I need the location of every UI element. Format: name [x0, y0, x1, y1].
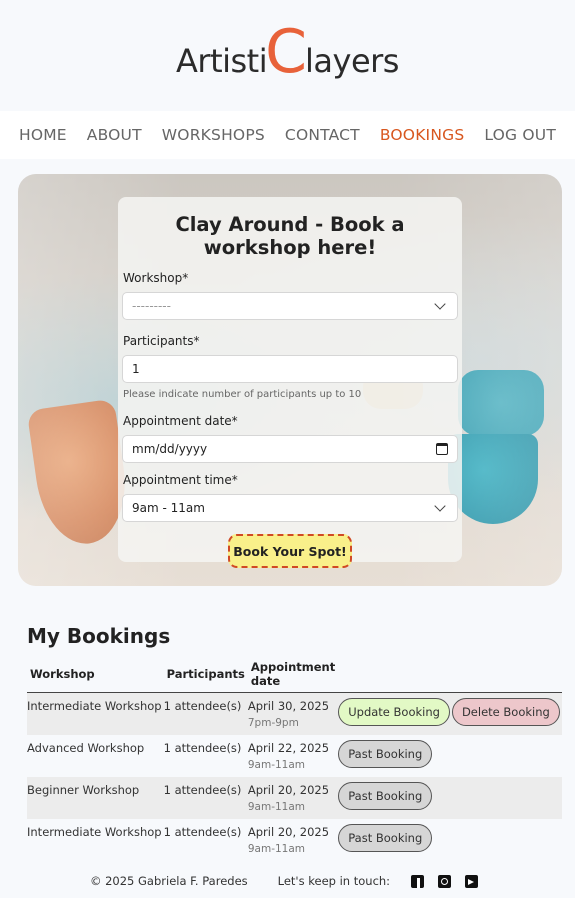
- table-row: Intermediate Workshop 1 attendee(s) Apri…: [27, 819, 562, 861]
- cell-participants: 1 attendee(s): [163, 824, 242, 839]
- cell-workshop: Intermediate Workshop: [27, 824, 162, 839]
- delete-booking-button[interactable]: Delete Booking: [451, 698, 560, 726]
- cell-actions: Past Booking: [338, 735, 562, 777]
- cell-actions: Update Booking Delete Booking: [338, 693, 562, 735]
- update-booking-button[interactable]: Update Booking: [338, 698, 450, 726]
- cell-date: April 20, 2025 9am-11am: [248, 819, 338, 861]
- time-select-value: 9am - 11am: [132, 501, 205, 515]
- form-title: Clay Around - Book a workshop here!: [175, 213, 405, 259]
- brand-logo[interactable]: ArtistiClayers: [0, 22, 575, 82]
- calendar-icon[interactable]: [436, 443, 448, 455]
- participants-label: Participants*: [123, 334, 200, 348]
- header-participants: Participants: [166, 667, 245, 681]
- facebook-icon[interactable]: [411, 874, 425, 888]
- header-appointment-date: Appointment date: [250, 660, 336, 688]
- time-text: 7pm-9pm: [247, 717, 299, 729]
- table-row: Advanced Workshop 1 attendee(s) April 22…: [27, 735, 562, 777]
- past-booking-button[interactable]: Past Booking: [338, 823, 433, 852]
- my-bookings-title: My Bookings: [27, 624, 171, 648]
- time-select[interactable]: 9am - 11am: [122, 494, 458, 522]
- participants-input[interactable]: 1: [122, 355, 458, 383]
- brand-text-end: layers: [305, 42, 399, 80]
- book-your-spot-button[interactable]: Book Your Spot!: [228, 534, 352, 568]
- table-row: Intermediate Workshop 1 attendee(s) Apri…: [27, 692, 562, 735]
- time-text: 9am-11am: [247, 842, 306, 855]
- brand-big-letter: C: [265, 17, 308, 87]
- chevron-down-icon: [434, 500, 446, 512]
- cell-participants: 1 attendee(s): [163, 699, 242, 713]
- workshop-label: Workshop*: [123, 271, 189, 285]
- booking-form: Clay Around - Book a workshop here! Work…: [118, 197, 462, 568]
- date-text: April 20, 2025: [247, 782, 330, 797]
- date-label: Appointment date*: [123, 414, 238, 428]
- participants-help-text: Please indicate number of participants u…: [123, 389, 362, 400]
- cell-workshop: Advanced Workshop: [27, 740, 145, 755]
- cell-participants: 1 attendee(s): [163, 740, 242, 755]
- nav-contact[interactable]: CONTACT: [285, 126, 360, 144]
- main-navbar: HOME ABOUT WORKSHOPS CONTACT BOOKINGS LO…: [0, 111, 575, 159]
- cell-date: April 20, 2025 9am-11am: [248, 777, 338, 819]
- instagram-icon[interactable]: [438, 874, 452, 888]
- bookings-table: Workshop Participants Appointment date I…: [27, 658, 562, 861]
- brand-text-start: Artisti: [176, 42, 268, 80]
- date-input-value: mm/dd/yyyy: [132, 442, 208, 456]
- time-text: 9am-11am: [247, 800, 306, 813]
- cell-participants: 1 attendee(s): [163, 782, 242, 797]
- nav-about[interactable]: ABOUT: [87, 126, 142, 144]
- nav-home[interactable]: HOME: [19, 126, 67, 144]
- participants-input-value: 1: [132, 362, 140, 376]
- nav-logout[interactable]: LOG OUT: [484, 126, 556, 144]
- workshop-select-value: ---------: [132, 299, 171, 313]
- youtube-icon[interactable]: [465, 874, 479, 888]
- cell-date: April 22, 2025 9am-11am: [248, 735, 338, 777]
- cell-date: April 30, 2025 7pm-9pm: [248, 693, 338, 735]
- header-workshop: Workshop: [30, 667, 95, 681]
- workshop-select[interactable]: ---------: [122, 292, 458, 320]
- nav-bookings[interactable]: BOOKINGS: [380, 126, 465, 144]
- past-booking-button[interactable]: Past Booking: [338, 781, 433, 810]
- copyright-text: © 2025 Gabriela F. Paredes: [89, 874, 248, 888]
- header-actions: [338, 658, 562, 693]
- date-input[interactable]: mm/dd/yyyy: [122, 435, 458, 463]
- cell-workshop: Intermediate Workshop: [27, 699, 162, 713]
- chevron-down-icon: [434, 298, 446, 310]
- page-footer: © 2025 Gabriela F. Paredes Let's keep in…: [0, 874, 575, 888]
- cell-workshop: Beginner Workshop: [27, 782, 140, 797]
- table-row: Beginner Workshop 1 attendee(s) April 20…: [27, 776, 562, 819]
- nav-workshops[interactable]: WORKSHOPS: [162, 126, 265, 144]
- date-text: April 30, 2025: [247, 699, 330, 713]
- my-bookings-section: My Bookings Workshop Participants Appoin…: [27, 624, 562, 861]
- date-text: April 22, 2025: [247, 740, 330, 755]
- past-booking-button[interactable]: Past Booking: [338, 739, 433, 768]
- date-text: April 20, 2025: [247, 824, 330, 839]
- time-text: 9am-11am: [247, 758, 306, 771]
- keep-in-touch-text: Let's keep in touch:: [277, 874, 391, 888]
- cell-actions: Past Booking: [338, 819, 562, 861]
- table-header-row: Workshop Participants Appointment date: [27, 658, 562, 693]
- cell-actions: Past Booking: [338, 777, 562, 819]
- time-label: Appointment time*: [123, 473, 238, 487]
